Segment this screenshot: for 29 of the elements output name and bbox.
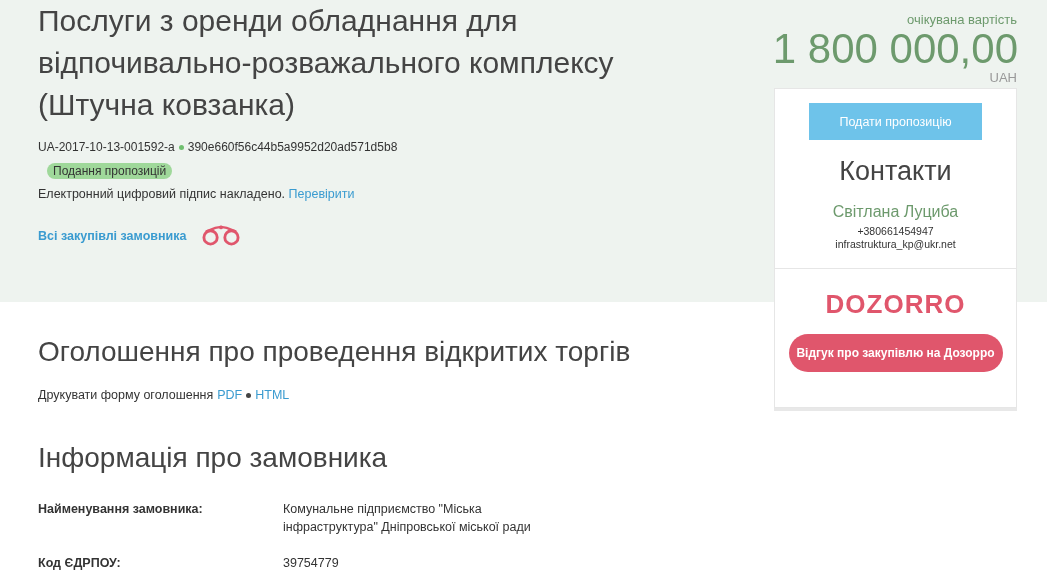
field-value: 39754779 xyxy=(283,555,340,572)
section-title: Інформація про замовника xyxy=(38,442,389,474)
signature-text: Електронний цифровий підпис накладено. xyxy=(38,187,286,201)
print-label: Друкувати форму оголошення xyxy=(38,388,214,402)
field-label: Найменування замовника: xyxy=(38,501,204,518)
field-label: Код ЄДРПОУ: xyxy=(38,555,122,572)
feedback-button[interactable]: Відгук про закупівлю на Дозорро xyxy=(788,334,1003,372)
contact-phone: +380661454947 xyxy=(857,225,934,237)
price-amount: 1 800 000,00 xyxy=(771,27,1018,71)
binoculars-icon xyxy=(202,225,241,246)
section-title: Оголошення про проведення відкритих торгів xyxy=(38,336,632,368)
price-label: очікувана вартість xyxy=(906,12,1017,27)
separator-dot-icon xyxy=(246,392,252,398)
separator-dot-icon xyxy=(178,144,184,150)
verify-link[interactable]: Перевірити xyxy=(288,187,355,201)
format-link[interactable]: PDF xyxy=(217,388,243,402)
contacts-title: Контакти xyxy=(839,156,952,187)
logo: DOZORRO xyxy=(825,289,966,320)
field-value: Комунальне підприємство "Міська інфраструктура" Дніпровської міської ради xyxy=(283,501,532,536)
tender-title: Послуги з оренди обладнання для відпочивально-розважального комплексу (Штучна ковзанка) xyxy=(38,3,615,123)
tender-hash: 390e660f56c44b5a9952d20ad571d5b8 xyxy=(187,140,398,154)
format-link[interactable]: HTML xyxy=(255,388,290,402)
submit-bid-button[interactable]: Подати пропозицію xyxy=(809,103,982,140)
status-badge: Подання пропозицій xyxy=(47,163,173,179)
tender-id: UA-2017-10-13-001592-a xyxy=(38,140,175,154)
contact-name: Світлана Луциба xyxy=(832,203,959,221)
all-purchases-link[interactable]: Всі закупівлі замовника xyxy=(38,228,187,243)
currency-label: UAH xyxy=(988,71,1017,84)
contact-email: infrastruktura_kp@ukr.net xyxy=(835,238,956,250)
